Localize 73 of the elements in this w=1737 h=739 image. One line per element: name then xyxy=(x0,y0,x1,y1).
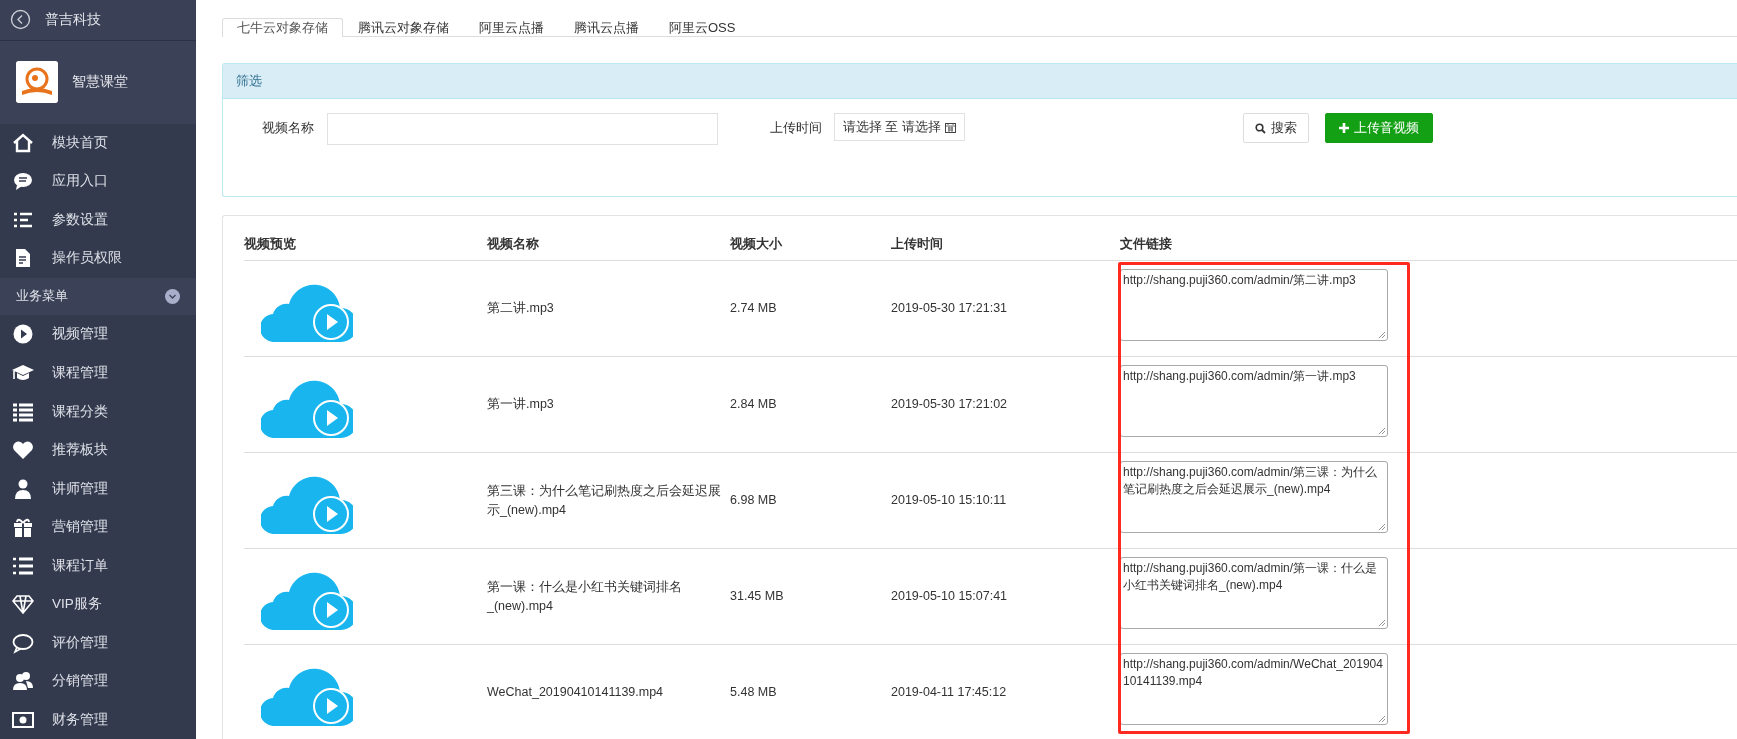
table-cell: 6.98 MB xyxy=(730,453,891,549)
sidebar-item[interactable]: 分销管理 xyxy=(0,661,196,701)
link-field[interactable]: http://shang.puji360.com/admin/第一课：什么是小红书关键词排名_(new).mp4 xyxy=(1120,557,1388,629)
sidebar-item[interactable]: 课程订单 xyxy=(0,546,196,585)
table-cell: 2.84 MB xyxy=(730,357,891,453)
resize-grip-icon[interactable] xyxy=(1377,618,1386,627)
column-header: 视频大小 xyxy=(730,216,891,261)
search-icon xyxy=(1254,122,1266,134)
person-icon xyxy=(12,477,34,500)
table-cell: 2019-05-10 15:10:11 xyxy=(891,453,1120,549)
sidebar-item[interactable]: 参数设置 xyxy=(0,200,196,240)
diamond-icon xyxy=(12,593,34,616)
logo-icon xyxy=(16,61,58,103)
table-cell: WeChat_20190410141139.mp4 xyxy=(487,645,730,739)
field-label: 视频名称 xyxy=(262,119,315,137)
resize-grip-icon[interactable] xyxy=(1377,714,1386,723)
sidebar-title: 普吉科技 xyxy=(45,10,101,29)
resize-grip-icon[interactable] xyxy=(1377,426,1386,435)
sidebar-item[interactable]: 课程管理 xyxy=(0,353,196,393)
table-cell: 第一讲.mp3 xyxy=(487,357,730,453)
link-field[interactable]: http://shang.puji360.com/admin/WeChat_20190410141139.mp4 xyxy=(1120,653,1388,725)
sidebar-item[interactable]: 课程分类 xyxy=(0,392,196,431)
calendar-icon xyxy=(944,121,956,133)
tab[interactable]: 腾讯云对象存储 xyxy=(343,18,464,37)
back-icon[interactable] xyxy=(10,9,31,31)
chat-icon xyxy=(12,170,34,193)
app-name: 智慧课堂 xyxy=(72,73,128,91)
table-cell: 第三课：为什么笔记刷热度之后会延迟展示_(new).mp4 xyxy=(487,453,730,549)
table-cell: 第二讲.mp3 xyxy=(487,261,730,357)
table-cell: 2019-05-30 17:21:02 xyxy=(891,357,1120,453)
tab[interactable]: 阿里云点播 xyxy=(464,18,559,37)
resize-grip-icon[interactable] xyxy=(1377,522,1386,531)
panel-heading: 筛选 xyxy=(223,64,1737,99)
speech-bubble-icon xyxy=(12,631,34,654)
play-icon xyxy=(12,323,34,346)
link-field[interactable]: http://shang.puji360.com/admin/第二讲.mp3 xyxy=(1120,269,1388,341)
sidebar-item[interactable]: 操作员权限 xyxy=(0,239,196,278)
table-cell: 2019-04-11 17:45:12 xyxy=(891,645,1120,739)
sidebar-item[interactable]: 讲师管理 xyxy=(0,469,196,508)
column-header: 视频名称 xyxy=(487,216,730,261)
tab[interactable]: 阿里云OSS xyxy=(654,18,751,37)
gift-icon xyxy=(12,516,34,539)
table-cell: 第一课：什么是小红书关键词排名_(new).mp4 xyxy=(487,549,730,645)
sidebar-item[interactable]: 评价管理 xyxy=(0,623,196,662)
sidebar-item[interactable]: 应用入口 xyxy=(0,162,196,201)
column-header: 上传时间 xyxy=(891,216,1120,261)
input-field[interactable] xyxy=(327,113,718,145)
tab[interactable]: 腾讯云点播 xyxy=(559,18,654,37)
link-field[interactable]: http://shang.puji360.com/admin/第一讲.mp3 xyxy=(1120,365,1388,437)
table-cell: 5.48 MB xyxy=(730,645,891,739)
link-field[interactable]: http://shang.puji360.com/admin/第三课：为什么笔记刷热度之后会延迟展示_(new).mp4 xyxy=(1120,461,1388,533)
tab[interactable]: 七牛云对象存储 xyxy=(222,18,343,37)
plus-icon xyxy=(1338,123,1349,133)
sidebar-item[interactable]: 营销管理 xyxy=(0,507,196,547)
table-cell: 31.45 MB xyxy=(730,549,891,645)
column-header: 文件链接 xyxy=(1120,216,1737,261)
sidebar-item[interactable]: 财务管理 xyxy=(0,700,196,739)
search-button[interactable]: 搜索 xyxy=(1242,113,1309,143)
sidebar-item[interactable]: 推荐板块 xyxy=(0,430,196,470)
people-icon xyxy=(12,670,34,693)
table-cell: 2.74 MB xyxy=(730,261,891,357)
home-icon xyxy=(12,131,34,154)
column-header: 视频预览 xyxy=(244,216,487,261)
resize-grip-icon[interactable] xyxy=(1377,330,1386,339)
sidebar-item[interactable]: VIP服务 xyxy=(0,584,196,624)
menu-group-header[interactable]: 业务菜单 xyxy=(0,277,196,316)
date-range-picker[interactable]: 请选择 至 请选择 xyxy=(834,113,965,141)
heart-icon xyxy=(12,439,34,462)
table-cell: 2019-05-30 17:21:31 xyxy=(891,261,1120,357)
field-label: 上传时间 xyxy=(770,119,823,137)
sidebar-item[interactable]: 模块首页 xyxy=(0,123,196,163)
table-cell: 2019-05-10 15:07:41 xyxy=(891,549,1120,645)
sidebar-item[interactable]: 视频管理 xyxy=(0,315,196,354)
